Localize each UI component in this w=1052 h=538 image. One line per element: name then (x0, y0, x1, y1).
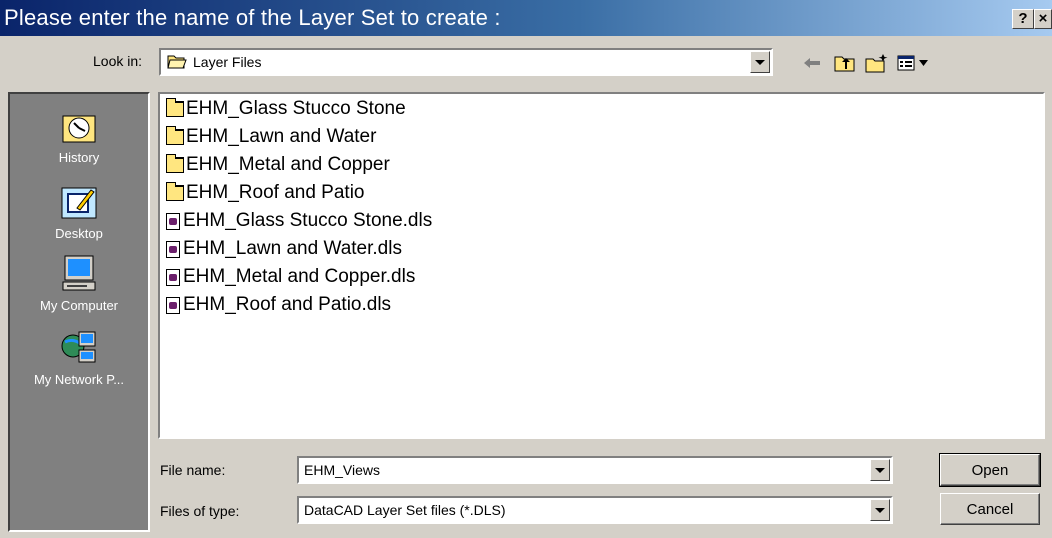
my-computer-icon (59, 254, 99, 294)
file-name: EHM_Metal and Copper (186, 154, 390, 175)
folder-icon (166, 154, 184, 173)
place-history[interactable]: History (10, 106, 148, 165)
chevron-down-icon (755, 59, 765, 65)
open-button[interactable]: Open (939, 453, 1041, 487)
file-name: EHM_Glass Stucco Stone (186, 98, 406, 119)
file-name: EHM_Roof and Patio (186, 182, 365, 203)
list-item[interactable]: EHM_Glass Stucco Stone.dls (166, 208, 432, 234)
place-network[interactable]: My Network P... (10, 328, 148, 387)
list-item[interactable]: EHM_Metal and Copper (166, 152, 390, 178)
folder-icon (166, 182, 184, 201)
up-folder-icon[interactable] (832, 52, 858, 74)
dls-file-icon (166, 296, 180, 314)
look-in-label: Look in: (93, 53, 143, 69)
file-type-label: Files of type: (160, 503, 240, 519)
chevron-down-icon (875, 467, 885, 473)
file-name: EHM_Lawn and Water (186, 126, 377, 147)
list-item[interactable]: EHM_Metal and Copper.dls (166, 264, 415, 290)
look-in-dropdown-button[interactable] (750, 51, 770, 73)
look-in-dropdown[interactable]: Layer Files (159, 48, 773, 76)
place-label: My Computer (39, 298, 119, 313)
file-name: EHM_Lawn and Water.dls (183, 238, 402, 259)
file-list[interactable]: EHM_Glass Stucco Stone EHM_Lawn and Wate… (158, 92, 1045, 439)
file-name-input[interactable]: EHM_Views (297, 456, 893, 484)
dls-file-icon (166, 212, 180, 230)
back-arrow-icon[interactable] (800, 52, 824, 74)
dls-file-icon (166, 240, 180, 258)
file-type-select[interactable]: DataCAD Layer Set files (*.DLS) (297, 496, 893, 524)
file-name-label: File name: (160, 462, 226, 478)
place-label: History (58, 150, 100, 165)
cancel-button[interactable]: Cancel (940, 493, 1040, 525)
file-name: EHM_Roof and Patio.dls (183, 294, 392, 315)
desktop-icon (59, 182, 99, 222)
file-type-value: DataCAD Layer Set files (*.DLS) (304, 502, 506, 518)
look-in-value: Layer Files (193, 54, 262, 70)
file-name-value: EHM_Views (304, 462, 380, 478)
places-bar: History Desktop My Computer My Network P… (8, 92, 150, 532)
file-name-dropdown-button[interactable] (870, 459, 890, 481)
folder-icon (166, 98, 184, 117)
dls-file-icon (166, 268, 180, 286)
file-name: EHM_Glass Stucco Stone.dls (183, 210, 433, 231)
place-label: Desktop (55, 226, 103, 241)
folder-icon (166, 126, 184, 145)
place-label: My Network P... (33, 372, 125, 387)
list-item[interactable]: EHM_Glass Stucco Stone (166, 96, 406, 122)
list-item[interactable]: EHM_Lawn and Water.dls (166, 236, 402, 262)
network-places-icon (59, 328, 99, 368)
history-icon (59, 106, 99, 146)
place-desktop[interactable]: Desktop (10, 182, 148, 241)
file-type-dropdown-button[interactable] (870, 499, 890, 521)
title-bar: Please enter the name of the Layer Set t… (0, 0, 1052, 36)
close-button[interactable]: × (1034, 9, 1052, 29)
new-folder-icon[interactable] (864, 52, 890, 74)
dialog-title: Please enter the name of the Layer Set t… (4, 5, 501, 30)
place-my-computer[interactable]: My Computer (10, 254, 148, 313)
chevron-down-icon (875, 507, 885, 513)
file-name: EHM_Metal and Copper.dls (183, 266, 416, 287)
help-button[interactable]: ? (1012, 9, 1034, 29)
view-menu-icon[interactable] (896, 52, 932, 74)
folder-open-icon (167, 52, 187, 73)
list-item[interactable]: EHM_Roof and Patio.dls (166, 292, 391, 318)
list-item[interactable]: EHM_Lawn and Water (166, 124, 376, 150)
list-item[interactable]: EHM_Roof and Patio (166, 180, 365, 206)
